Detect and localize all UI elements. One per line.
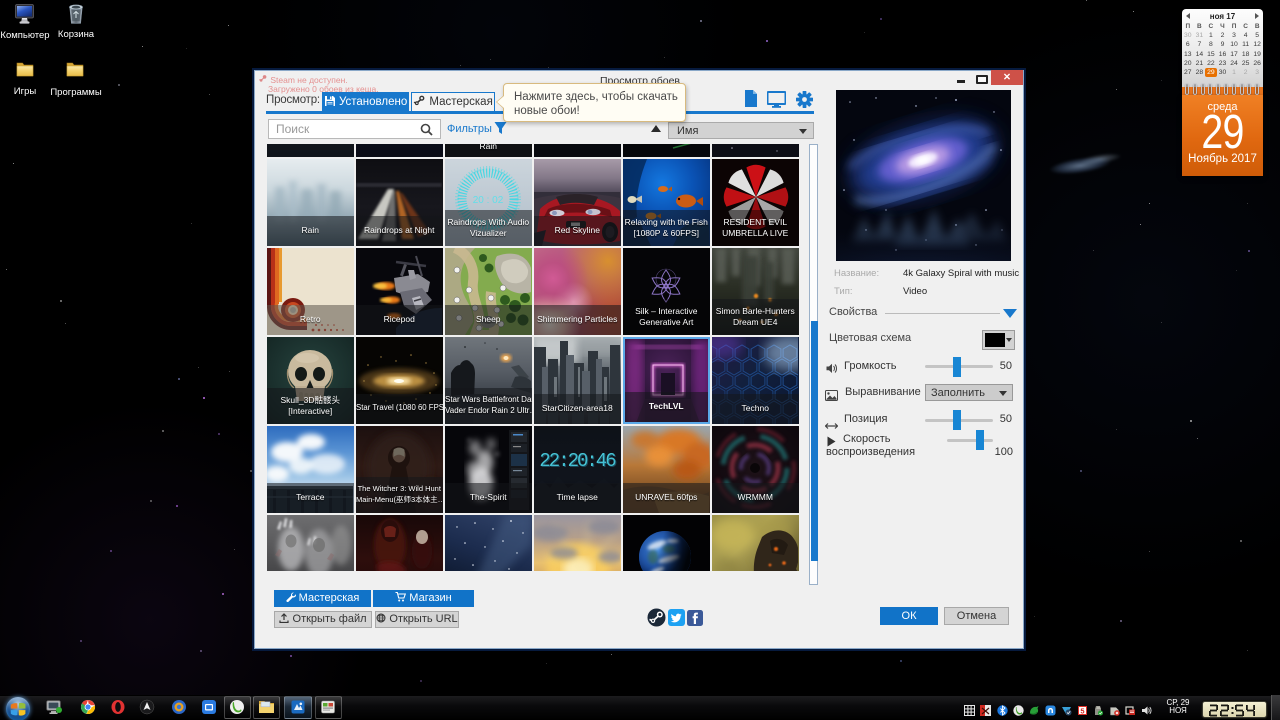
svg-text:5: 5	[1080, 706, 1084, 715]
svg-text:20 : 02: 20 : 02	[473, 195, 504, 206]
svg-text:22:20:46: 22:20:46	[540, 451, 617, 473]
